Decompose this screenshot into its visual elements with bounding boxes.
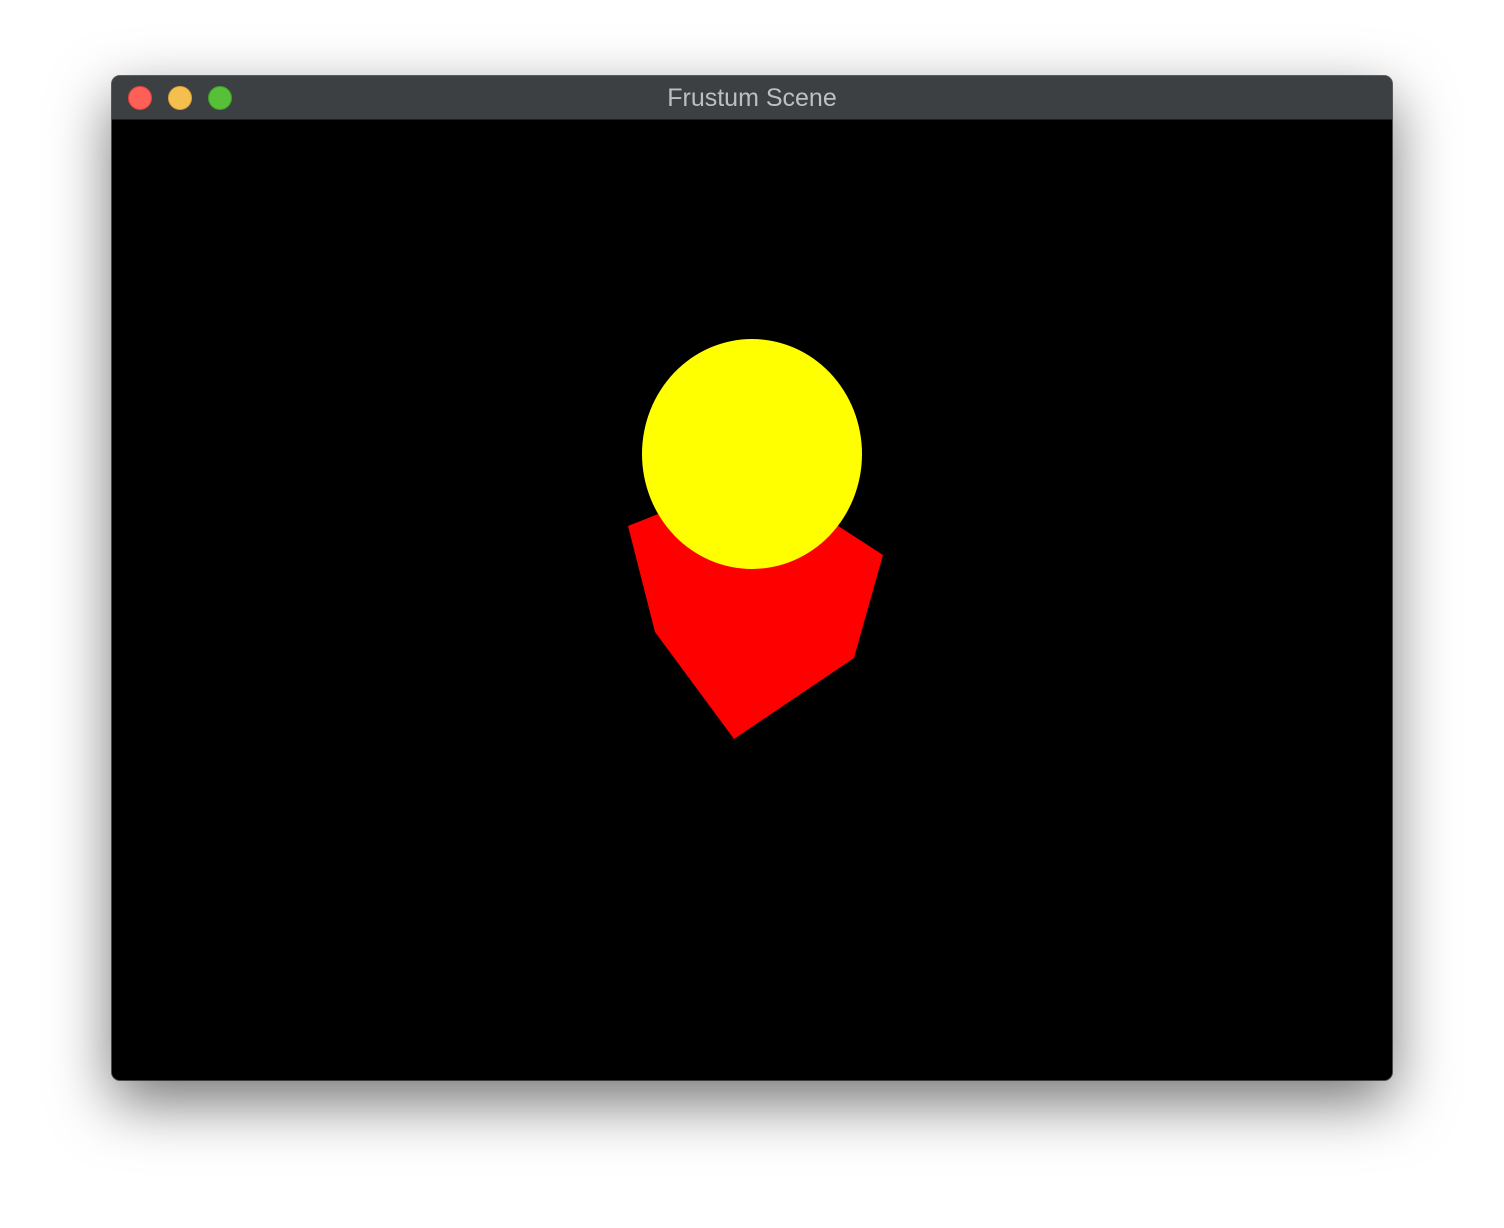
title-bar[interactable]: Frustum Scene bbox=[112, 76, 1392, 120]
yellow-sphere bbox=[642, 339, 862, 569]
render-viewport[interactable] bbox=[112, 120, 1392, 1080]
window-title: Frustum Scene bbox=[667, 84, 837, 112]
app-window: Frustum Scene bbox=[112, 76, 1392, 1080]
scene-canvas bbox=[112, 120, 1392, 1080]
